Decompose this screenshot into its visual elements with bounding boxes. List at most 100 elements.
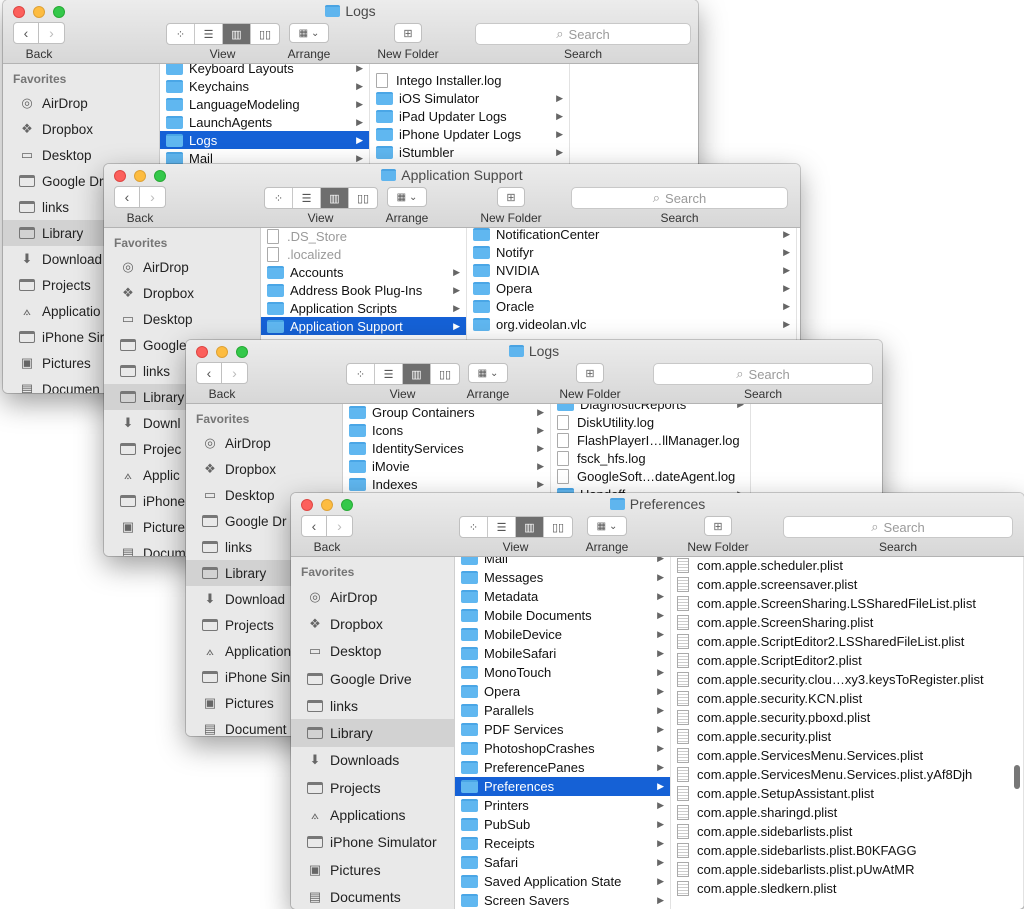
- list-item[interactable]: iOS Simulator ▶: [370, 89, 569, 107]
- list-item[interactable]: Accounts ▶: [261, 263, 466, 281]
- list-item[interactable]: iPad Updater Logs ▶: [370, 107, 569, 125]
- list-item[interactable]: com.apple.ScriptEditor2.plist: [671, 651, 1023, 670]
- list-item[interactable]: com.apple.sharingd.plist: [671, 803, 1023, 822]
- coverflow-view-button[interactable]: ▯▯: [431, 364, 459, 384]
- list-item[interactable]: com.apple.sledkern.plist: [671, 879, 1023, 898]
- sidebar-item[interactable]: ◎ AirDrop: [3, 90, 159, 116]
- list-item[interactable]: com.apple.SetupAssistant.plist: [671, 784, 1023, 803]
- coverflow-view-button[interactable]: ▯▯: [544, 517, 572, 537]
- list-item[interactable]: Intego Installer.log: [370, 71, 569, 89]
- list-item[interactable]: FlashPlayerI…llManager.log: [551, 431, 750, 449]
- list-item[interactable]: PDF Services ▶: [455, 720, 670, 739]
- list-view-button[interactable]: ☰: [195, 24, 223, 44]
- sidebar-item[interactable]: links: [291, 692, 454, 719]
- list-item[interactable]: Address Book Plug-Ins ▶: [261, 281, 466, 299]
- list-item[interactable]: com.apple.security.pboxd.plist: [671, 708, 1023, 727]
- sidebar-item[interactable]: ▣ Pictures: [291, 856, 454, 883]
- arrange-button[interactable]: ▦ ⌄: [289, 23, 329, 43]
- list-item[interactable]: com.apple.ScreenSharing.plist: [671, 613, 1023, 632]
- coverflow-view-button[interactable]: ▯▯: [349, 188, 377, 208]
- list-item[interactable]: Opera ▶: [455, 682, 670, 701]
- list-item[interactable]: Icons ▶: [343, 421, 550, 439]
- sidebar-item[interactable]: ⬇ Downloads: [291, 747, 454, 774]
- forward-button[interactable]: ›: [222, 362, 248, 384]
- list-item[interactable]: com.apple.ServicesMenu.Services.plist: [671, 746, 1023, 765]
- list-item[interactable]: Indexes ▶: [343, 475, 550, 493]
- list-view-button[interactable]: ☰: [375, 364, 403, 384]
- sidebar-item[interactable]: iPhone Simulator: [291, 829, 454, 856]
- list-item[interactable]: Logs ▶: [160, 131, 369, 149]
- sidebar-item[interactable]: Library: [291, 719, 454, 747]
- new-folder-button[interactable]: ⊞: [704, 516, 732, 536]
- list-item[interactable]: DiskUtility.log: [551, 413, 750, 431]
- back-button[interactable]: ‹: [13, 22, 39, 44]
- list-item[interactable]: .localized: [261, 245, 466, 263]
- back-button[interactable]: ‹: [196, 362, 222, 384]
- sidebar-item[interactable]: ▤ Documents: [291, 883, 454, 909]
- list-item[interactable]: com.apple.sidebarlists.plist: [671, 822, 1023, 841]
- sidebar-item[interactable]: Projects: [291, 774, 454, 801]
- list-item[interactable]: IdentityServices ▶: [343, 439, 550, 457]
- back-button[interactable]: ‹: [301, 515, 327, 537]
- sidebar-item[interactable]: ❖ Dropbox: [3, 116, 159, 142]
- sidebar-item[interactable]: ❖ Dropbox: [186, 456, 342, 482]
- list-item[interactable]: iPhone Updater Logs ▶: [370, 125, 569, 143]
- back-button[interactable]: ‹: [114, 186, 140, 208]
- list-item[interactable]: DiagnosticReports ▶: [551, 404, 750, 413]
- list-item[interactable]: org.videolan.vlc ▶: [467, 315, 796, 333]
- list-item[interactable]: Notifyr ▶: [467, 243, 796, 261]
- list-item[interactable]: MonoTouch ▶: [455, 663, 670, 682]
- sidebar-item[interactable]: ❖ Dropbox: [291, 610, 454, 637]
- list-item[interactable]: MobileSafari ▶: [455, 644, 670, 663]
- sidebar-item[interactable]: Google Drive: [291, 665, 454, 692]
- sidebar-item[interactable]: ❖ Dropbox: [104, 280, 260, 306]
- list-item[interactable]: NotificationCenter ▶: [467, 228, 796, 243]
- search-field[interactable]: ⌕ Search: [783, 516, 1013, 538]
- list-item[interactable]: Keyboard Layouts ▶: [160, 64, 369, 77]
- list-item[interactable]: Saved Application State ▶: [455, 872, 670, 891]
- column-view-button[interactable]: ▥: [223, 24, 251, 44]
- list-item[interactable]: Group Containers ▶: [343, 404, 550, 421]
- list-item[interactable]: Preferences ▶: [455, 777, 670, 796]
- forward-button[interactable]: ›: [39, 22, 65, 44]
- list-item[interactable]: Opera ▶: [467, 279, 796, 297]
- list-item[interactable]: LaunchAgents ▶: [160, 113, 369, 131]
- icon-view-button[interactable]: ⁘: [265, 188, 293, 208]
- list-item[interactable]: com.apple.sidebarlists.plist.pUwAtMR: [671, 860, 1023, 879]
- list-view-button[interactable]: ☰: [488, 517, 516, 537]
- list-item[interactable]: GoogleSoft…dateAgent.log: [551, 467, 750, 485]
- forward-button[interactable]: ›: [327, 515, 353, 537]
- list-item[interactable]: com.apple.security.plist: [671, 727, 1023, 746]
- sidebar-item[interactable]: ◎ AirDrop: [104, 254, 260, 280]
- list-item[interactable]: Safari ▶: [455, 853, 670, 872]
- forward-button[interactable]: ›: [140, 186, 166, 208]
- list-item[interactable]: com.apple.ScreenSharing.LSSharedFileList…: [671, 594, 1023, 613]
- column-view-button[interactable]: ▥: [516, 517, 544, 537]
- list-item[interactable]: Oracle ▶: [467, 297, 796, 315]
- sidebar-item[interactable]: ◎ AirDrop: [186, 430, 342, 456]
- icon-view-button[interactable]: ⁘: [347, 364, 375, 384]
- list-item[interactable]: Mobile Documents ▶: [455, 606, 670, 625]
- list-item[interactable]: PubSub ▶: [455, 815, 670, 834]
- list-view-button[interactable]: ☰: [293, 188, 321, 208]
- list-item[interactable]: com.apple.ServicesMenu.Services.plist.yA…: [671, 765, 1023, 784]
- list-item[interactable]: Receipts ▶: [455, 834, 670, 853]
- sidebar-item[interactable]: ◎ AirDrop: [291, 583, 454, 610]
- list-item[interactable]: com.apple.security.clou…xy3.keysToRegist…: [671, 670, 1023, 689]
- list-item[interactable]: NVIDIA ▶: [467, 261, 796, 279]
- arrange-button[interactable]: ▦ ⌄: [587, 516, 627, 536]
- list-item[interactable]: fsck_hfs.log: [551, 449, 750, 467]
- list-item[interactable]: com.apple.screensaver.plist: [671, 575, 1023, 594]
- sidebar-item[interactable]: ▭ Desktop: [291, 638, 454, 665]
- list-item[interactable]: Parallels ▶: [455, 701, 670, 720]
- icon-view-button[interactable]: ⁘: [460, 517, 488, 537]
- new-folder-button[interactable]: ⊞: [394, 23, 422, 43]
- list-item[interactable]: .DS_Store: [261, 228, 466, 245]
- list-item[interactable]: iMovie ▶: [343, 457, 550, 475]
- coverflow-view-button[interactable]: ▯▯: [251, 24, 279, 44]
- icon-view-button[interactable]: ⁘: [167, 24, 195, 44]
- list-item[interactable]: Messages ▶: [455, 568, 670, 587]
- list-item[interactable]: com.apple.scheduler.plist: [671, 557, 1023, 575]
- list-item[interactable]: Application Support ▶: [261, 317, 466, 335]
- list-item[interactable]: Keychains ▶: [160, 77, 369, 95]
